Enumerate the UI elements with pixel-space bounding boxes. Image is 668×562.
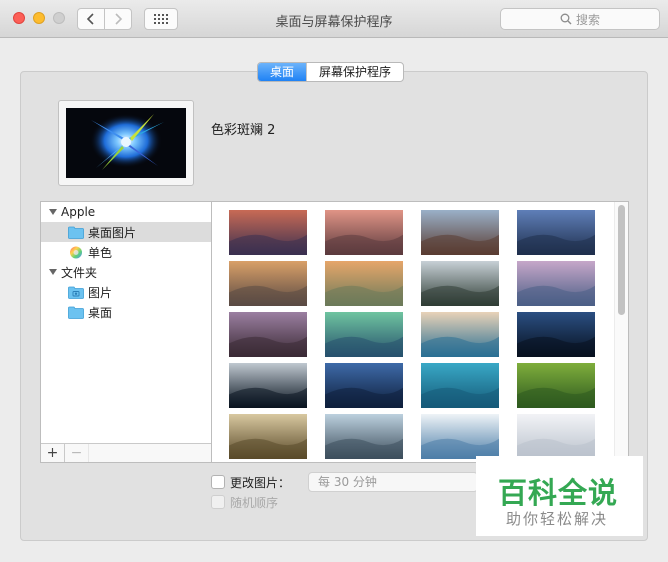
wallpaper-thumbnail-yosemite-rock[interactable] — [229, 261, 307, 306]
wallpaper-thumbnail-sierra-mountains[interactable] — [229, 210, 307, 255]
remove-folder-button[interactable]: − — [65, 444, 89, 462]
source-item-label: 图片 — [88, 285, 113, 300]
wallpaper-thumbnail-sierra-dusk[interactable] — [325, 210, 403, 255]
watermark: 百科全说 助你轻松解决 — [476, 456, 643, 536]
folder-icon — [68, 226, 84, 239]
gallery-scrollbar-thumb[interactable] — [618, 205, 625, 315]
title-bar: 桌面与屏幕保护程序 搜索 — [0, 0, 668, 38]
source-item-desktop-folder[interactable]: 桌面 — [41, 302, 211, 322]
wallpaper-thumbnail-earth-orbit[interactable] — [229, 363, 307, 408]
wallpaper-thumbnail-el-capitan[interactable] — [421, 210, 499, 255]
search-icon — [560, 13, 572, 25]
remove-button-label: − — [70, 445, 83, 461]
wallpaper-thumbnail-yosemite-valley[interactable] — [517, 261, 595, 306]
watermark-title: 百科全说 — [498, 476, 619, 510]
wallpaper-thumbnail-golden-fog[interactable] — [229, 414, 307, 459]
source-item-label: 单色 — [88, 245, 113, 260]
wallpaper-preview — [58, 100, 194, 186]
tab-screensaver[interactable]: 屏幕保护程序 — [306, 63, 403, 81]
change-picture-label: 更改图片： — [230, 476, 291, 490]
source-item-solid-colors[interactable]: 单色 — [41, 242, 211, 262]
wallpaper-thumbnail-lake-rocks[interactable] — [229, 312, 307, 357]
random-order-checkbox[interactable] — [211, 495, 225, 509]
source-list-toolbar: + − — [41, 443, 211, 462]
tab-bar: 桌面 屏幕保护程序 — [257, 62, 405, 82]
wallpaper-thumbnail-river-delta[interactable] — [421, 363, 499, 408]
wallpaper-gallery — [212, 201, 629, 463]
source-group-label: 文件夹 — [61, 265, 98, 280]
source-item-label: 桌面图片 — [88, 225, 137, 240]
wallpaper-preview-image — [66, 108, 186, 178]
wallpaper-name: 色彩斑斓 2 — [211, 123, 276, 138]
disclosure-triangle-icon[interactable] — [48, 267, 58, 277]
change-picture-checkbox[interactable] — [211, 475, 225, 489]
source-group-apple[interactable]: Apple — [41, 202, 211, 222]
search-placeholder: 搜索 — [575, 12, 600, 27]
source-item-label: 桌面 — [88, 305, 113, 320]
add-folder-button[interactable]: + — [41, 444, 65, 462]
add-button-label: + — [46, 445, 59, 461]
disclosure-triangle-icon[interactable] — [48, 207, 58, 217]
folder-icon — [68, 306, 84, 319]
watermark-subtitle: 助你轻松解决 — [506, 510, 609, 528]
wallpaper-thumbnail-blue-ridge[interactable] — [517, 210, 595, 255]
source-item-pictures[interactable]: 图片 — [41, 282, 211, 302]
search-field[interactable]: 搜索 — [500, 8, 660, 30]
random-order-label: 随机顺序 — [230, 496, 279, 510]
wallpaper-thumbnail-ocean-wave[interactable] — [421, 312, 499, 357]
gallery-scrollbar[interactable] — [614, 202, 628, 462]
color-wheel-icon — [70, 246, 82, 258]
wallpaper-thumbnail-green-wave[interactable] — [325, 312, 403, 357]
change-interval-select[interactable]: 每 30 分钟 — [308, 472, 478, 492]
wallpaper-thumbnail-blue-hills[interactable] — [325, 414, 403, 459]
source-group-label: Apple — [61, 205, 96, 219]
wallpaper-thumbnail-white-dunes[interactable] — [517, 414, 595, 459]
wallpaper-thumbnail-ice-floe[interactable] — [421, 414, 499, 459]
photos-folder-icon — [68, 286, 84, 299]
wallpaper-thumbnail-earth-night[interactable] — [517, 312, 595, 357]
wallpaper-thumbnail-milky-way[interactable] — [325, 363, 403, 408]
source-list: Apple 桌面图片 单色 文件夹 图片 桌面 + − — [40, 201, 212, 463]
wallpaper-thumbnail-half-dome-sunset[interactable] — [325, 261, 403, 306]
source-item-desktop-pictures[interactable]: 桌面图片 — [41, 222, 211, 242]
source-group-folders[interactable]: 文件夹 — [41, 262, 211, 282]
wallpaper-thumbnail-rice-terraces[interactable] — [517, 363, 595, 408]
tab-desktop[interactable]: 桌面 — [258, 63, 307, 81]
wallpaper-thumbnail-forest-mist[interactable] — [421, 261, 499, 306]
